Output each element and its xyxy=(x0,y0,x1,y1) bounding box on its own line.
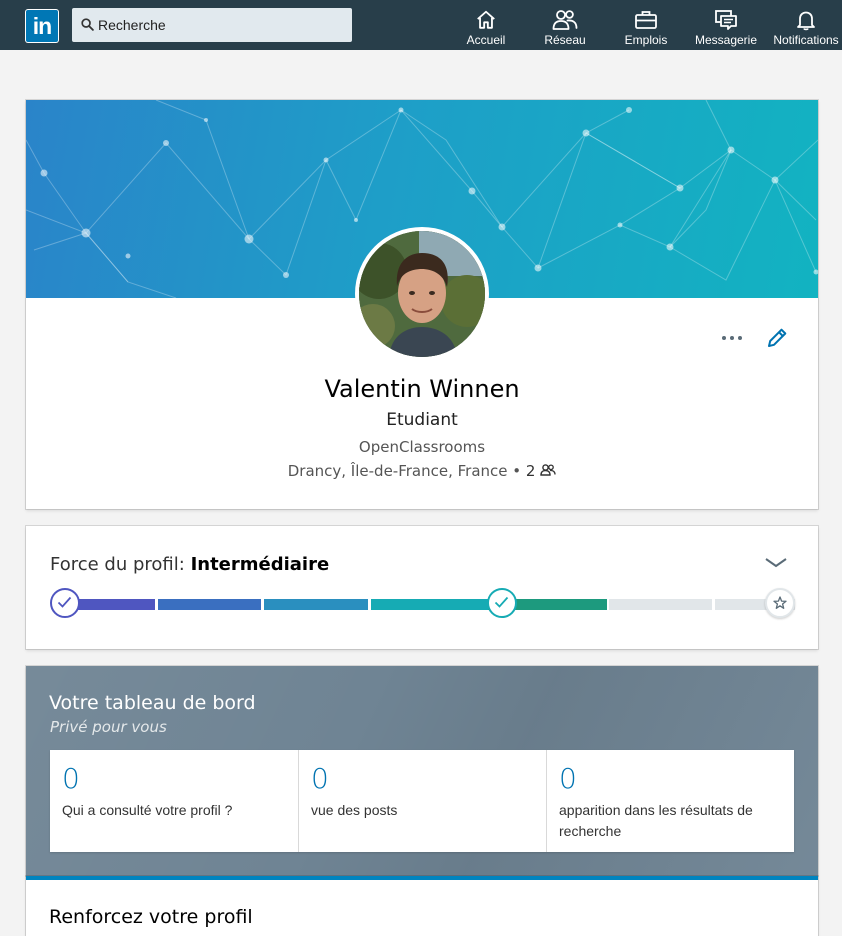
stat-value: 0 xyxy=(559,762,577,795)
profile-location: Drancy, Île-de-France, France xyxy=(287,462,508,480)
profile-name: Valentin Winnen xyxy=(324,375,520,403)
nav-network-label: Réseau xyxy=(544,33,586,47)
stat-profile-views[interactable]: 0 Qui a consulté votre profil ? xyxy=(50,750,298,852)
stat-label: apparition dans les résultats de recherc… xyxy=(559,802,753,839)
strength-node-beginner[interactable] xyxy=(50,588,80,618)
dashboard-card: Votre tableau de bord Privé pour vous 0 … xyxy=(26,666,818,876)
strengthen-profile-card: Renforcez votre profil xyxy=(26,876,818,936)
meter-segment xyxy=(158,599,261,610)
nav-jobs[interactable]: Emplois xyxy=(620,0,672,50)
profile-photo[interactable] xyxy=(355,227,489,361)
stat-value: 0 xyxy=(311,762,329,795)
strengthen-profile-title: Renforcez votre profil xyxy=(49,906,253,928)
profile-strength-title: Force du profil: Intermédiaire xyxy=(50,554,329,575)
bell-icon xyxy=(797,11,815,31)
strength-node-intermediate[interactable] xyxy=(487,588,517,618)
stat-label: vue des posts xyxy=(311,802,398,818)
dashboard-subtitle: Privé pour vous xyxy=(50,718,167,736)
profile-location-line: Drancy, Île-de-France, France • 2 xyxy=(26,462,818,480)
profile-company[interactable]: OpenClassrooms xyxy=(26,438,818,456)
home-icon xyxy=(477,10,495,29)
nav-network[interactable]: Réseau xyxy=(540,0,590,50)
check-icon xyxy=(494,596,509,608)
nav-messaging[interactable]: Messagerie xyxy=(694,0,758,50)
nav-notifications[interactable]: Notifications xyxy=(770,0,842,50)
strength-node-allstar[interactable] xyxy=(765,588,795,618)
stat-label: Qui a consulté votre profil ? xyxy=(62,802,233,818)
stat-search-appearances[interactable]: 0 apparition dans les résultats de reche… xyxy=(546,750,794,852)
stat-post-views[interactable]: 0 vue des posts xyxy=(298,750,546,852)
logo-text: in xyxy=(26,10,58,42)
search-icon xyxy=(81,18,94,31)
meter-segment xyxy=(264,599,368,610)
stat-value: 0 xyxy=(62,762,80,795)
strength-level: Intermédiaire xyxy=(190,554,330,575)
star-icon xyxy=(773,596,787,609)
profile-strength-card: Force du profil: Intermédiaire xyxy=(26,526,818,649)
top-nav-bar: in Accueil Réseau Emplois xyxy=(0,0,842,50)
nav-messaging-label: Messagerie xyxy=(694,33,758,47)
chevron-down-icon[interactable] xyxy=(764,556,788,570)
nav-home[interactable]: Accueil xyxy=(461,0,511,50)
meter-segment xyxy=(609,599,712,610)
nav-notifications-label: Notifications xyxy=(773,33,839,47)
separator-dot: • xyxy=(512,462,522,480)
dashboard-stats: 0 Qui a consulté votre profil ? 0 vue de… xyxy=(50,750,794,852)
strength-label: Force du profil: xyxy=(50,554,185,575)
search-box[interactable] xyxy=(72,8,352,42)
network-icon xyxy=(552,10,578,30)
profile-headline: Etudiant xyxy=(386,410,458,430)
linkedin-logo[interactable]: in xyxy=(25,9,59,43)
dashboard-title: Votre tableau de bord xyxy=(49,692,256,714)
profile-strength-meter xyxy=(50,588,796,620)
nav-home-label: Accueil xyxy=(466,33,506,47)
connections-link[interactable]: 2 xyxy=(526,462,556,480)
briefcase-icon xyxy=(635,11,657,29)
connections-icon xyxy=(540,464,556,476)
connections-count: 2 xyxy=(525,462,536,480)
profile-card: Valentin Winnen Etudiant OpenClassrooms … xyxy=(26,100,818,509)
nav-jobs-label: Emplois xyxy=(624,33,668,47)
more-options-button[interactable] xyxy=(720,330,746,346)
check-icon xyxy=(57,596,72,608)
profile-photo-image xyxy=(359,231,485,357)
messaging-icon xyxy=(715,10,737,30)
search-input[interactable] xyxy=(98,8,344,42)
meter-segment xyxy=(371,599,488,610)
edit-pencil-icon[interactable] xyxy=(765,326,789,350)
